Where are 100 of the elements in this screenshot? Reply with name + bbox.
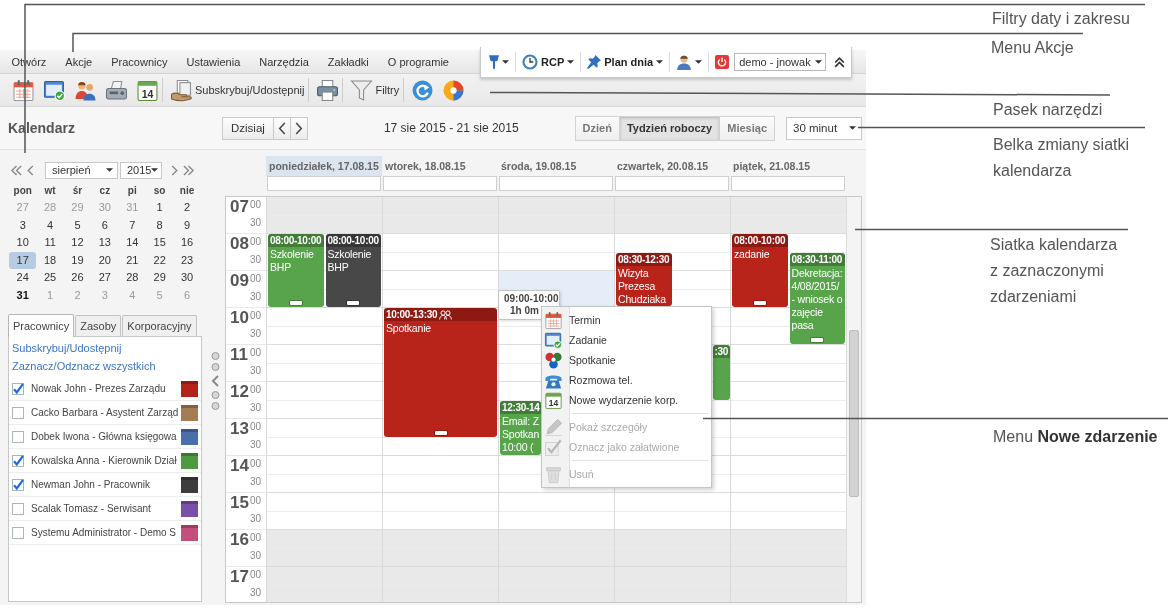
resize-grip-icon[interactable] [753,301,766,305]
color-wheel-icon[interactable] [443,79,465,101]
checkbox[interactable] [12,502,24,515]
day-cell[interactable]: 13 [91,234,119,252]
day-cell[interactable]: 8 [145,216,174,234]
color-swatch-icon[interactable] [181,524,198,541]
day-cell[interactable]: 19 [63,251,92,269]
tab[interactable]: Korporacyjny [122,315,197,336]
day-cell[interactable]: 28 [118,269,146,287]
chevron-left-icon[interactable] [27,164,34,176]
menu-bar-item[interactable]: Pracownicy [101,51,177,72]
checkbox[interactable] [12,454,24,467]
event-block[interactable]: :30 [712,345,730,400]
color-swatch-icon[interactable] [181,380,198,397]
refresh-icon[interactable] [412,79,434,101]
day-cell[interactable]: 1 [145,199,174,217]
menu-item[interactable]: Termin [542,310,711,330]
chevron-right-icon[interactable] [171,164,178,176]
day-cell[interactable]: 27 [91,269,119,287]
resize-grip-icon[interactable] [289,301,302,305]
day-cell[interactable]: 15 [145,234,174,252]
double-chevron-up-icon[interactable] [834,56,846,68]
tab[interactable]: Pracownicy [8,314,75,337]
checkbox[interactable] [12,430,24,443]
view-tab[interactable]: Miesiąc [719,116,774,140]
event-block[interactable]: 08:30-12:30 Wizyta Prezesa Chudziaka [616,252,672,306]
checkbox[interactable] [12,526,24,539]
day-cell[interactable]: 26 [63,269,92,287]
day-cell[interactable]: 24 [9,269,37,287]
day-cell[interactable]: 10 [9,234,37,252]
day-cell[interactable]: 12 [63,234,92,252]
calendar-icon[interactable] [13,79,34,101]
day-cell[interactable]: 4 [36,216,64,234]
toolbar-button[interactable]: Filtry [351,78,400,102]
power-icon[interactable] [715,55,730,69]
dropdown-button[interactable]: RCP [522,51,575,73]
event-block[interactable]: 10:00-13:30 Spotkanie [384,308,497,437]
menu-item[interactable]: Spotkanie [542,350,711,370]
day-cell[interactable]: 22 [145,251,174,269]
day-cell[interactable]: 6 [91,216,119,234]
link[interactable]: Subskrybuj/Udostępnij [12,339,122,357]
scrollbar-thumb[interactable] [849,330,859,497]
day-cell[interactable]: 25 [36,269,64,287]
resize-grip-icon[interactable] [347,301,360,305]
day-cell[interactable]: 18 [36,251,64,269]
menu-item[interactable]: 14 Nowe wydarzenie korp. [542,390,711,410]
color-swatch-icon[interactable] [181,404,198,421]
day-cell[interactable]: 11 [36,234,64,252]
day-cell[interactable]: 5 [63,216,92,234]
people-icon[interactable] [75,79,96,101]
day-cell[interactable]: 2 [173,199,201,217]
splitter-grip-icon[interactable] [210,352,221,410]
view-tab[interactable]: Tydzień roboczy [618,116,720,140]
resize-grip-icon[interactable] [811,338,824,342]
color-swatch-icon[interactable] [181,452,198,469]
event-block[interactable]: 08:00-10:00 Szkolenie BHP [268,234,324,307]
day-cell[interactable]: 7 [118,216,146,234]
year-select[interactable]: 2015 [120,161,162,179]
color-swatch-icon[interactable] [181,428,198,445]
day-cell[interactable]: 3 [9,216,37,234]
day-cell[interactable]: 9 [173,216,201,234]
interval-select[interactable]: 30 minut [786,116,862,140]
event-block[interactable]: 08:00-10:00 Szkolenie BHP [325,234,381,307]
menu-bar-item[interactable]: Zakładki [318,51,379,72]
day-cell[interactable]: 14 [118,234,146,252]
day-cell[interactable]: 29 [145,269,174,287]
fax-icon[interactable] [106,79,127,101]
double-chevron-right-icon[interactable] [183,164,194,176]
dropdown-button[interactable]: Plan dnia [587,51,664,73]
month-select[interactable]: sierpień [45,161,118,179]
tab[interactable]: Zasoby [75,315,122,336]
day-cell[interactable]: 30 [173,269,201,287]
day-cell[interactable]: 23 [173,251,201,269]
event-block[interactable]: 08:00-10:00 zadanie [732,234,788,307]
view-tab[interactable]: Dzień [575,116,619,140]
toolbar-button[interactable]: Subskrybuj/Udostępnij [171,78,305,102]
event-block[interactable]: 08:30-11:00 Dekretacja: 4/08/2015/ - wniosek o zajęcie pasa [789,252,845,344]
user-select[interactable]: demo - jnowak [734,53,827,71]
day-cell[interactable]: 20 [91,251,119,269]
link[interactable]: Zaznacz/Odznacz wszystkich [12,357,156,375]
menu-bar-item[interactable]: Akcje [55,51,102,72]
checkbox[interactable] [12,406,24,419]
day-cell[interactable]: 17 [9,251,37,269]
menu-item[interactable]: Zadanie [542,330,711,350]
menu-bar-item[interactable]: O programie [378,51,459,72]
checkbox[interactable] [12,382,24,395]
double-chevron-left-icon[interactable] [11,164,22,176]
resize-grip-icon[interactable] [434,430,447,435]
scrollbar[interactable] [846,197,861,602]
menu-bar-item[interactable]: Narzędzia [249,51,319,72]
color-swatch-icon[interactable] [181,500,198,517]
printer-icon[interactable] [317,79,339,101]
menu-bar-item[interactable]: Ustawienia [177,51,250,72]
day-cell[interactable]: 31 [9,286,37,304]
checkbox[interactable] [12,478,24,491]
event-block[interactable]: 12:30-14 Email: Z Spotkan 10:00 ( [500,400,541,455]
day-cell[interactable]: 21 [118,251,146,269]
window-check-icon[interactable] [44,79,65,101]
today-button[interactable]: Dzisiaj [222,116,274,140]
color-swatch-icon[interactable] [181,476,198,493]
